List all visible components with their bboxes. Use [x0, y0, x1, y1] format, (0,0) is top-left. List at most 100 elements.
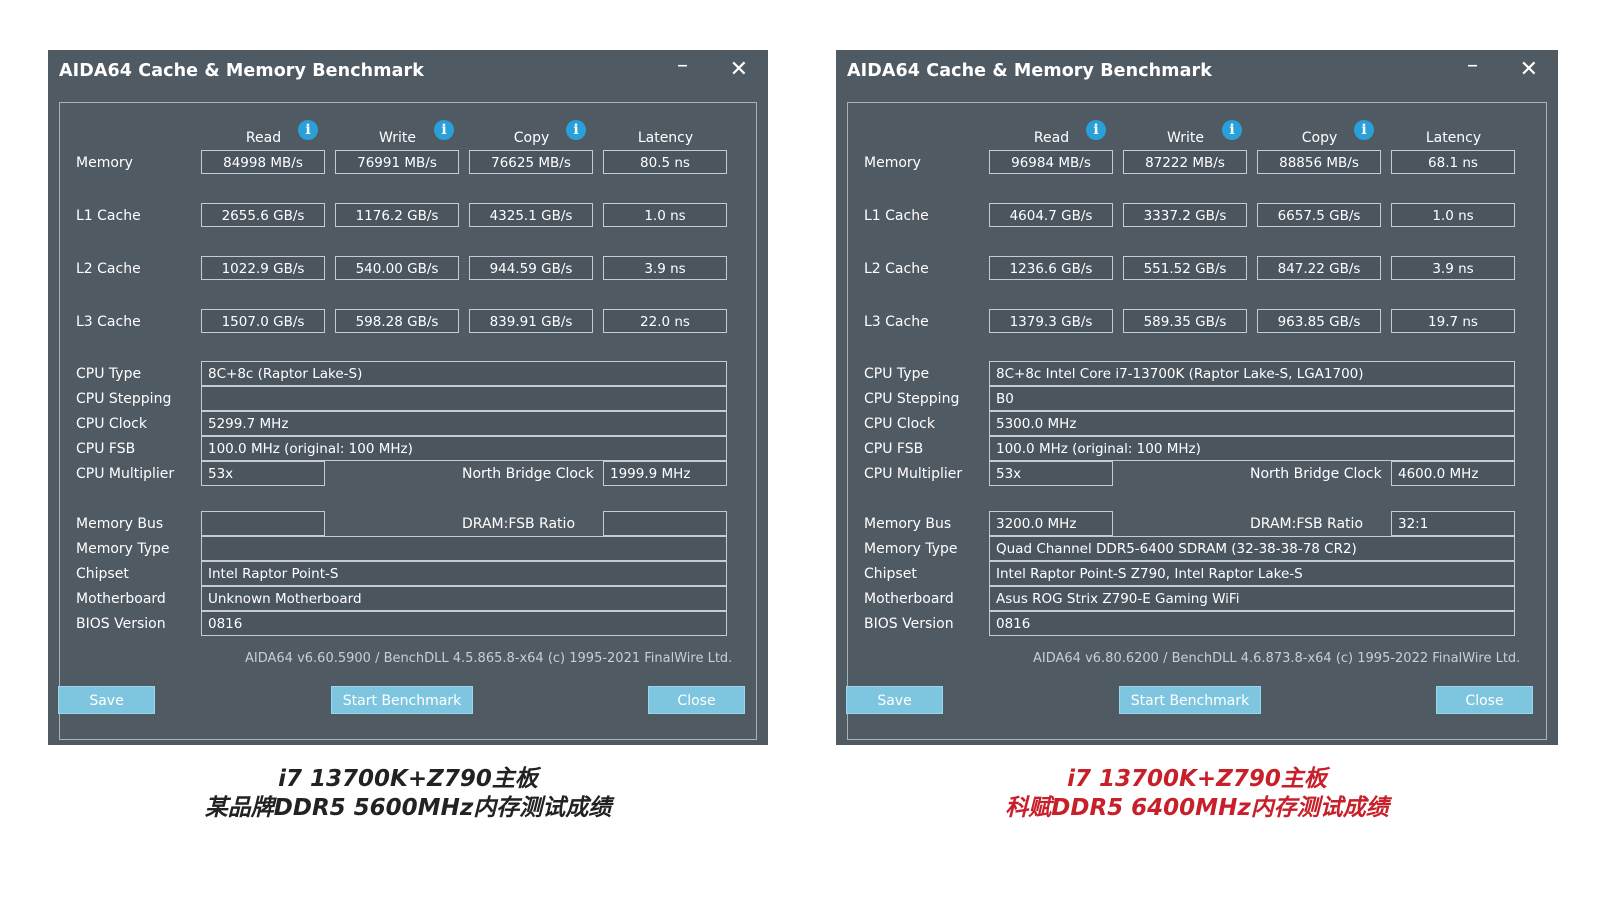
- l3-latency-value: 22.0 ns: [603, 309, 727, 333]
- benchmark-window-left: AIDA64 Cache & Memory Benchmark – ✕ Read…: [48, 50, 768, 745]
- write-info-icon[interactable]: i: [434, 120, 454, 140]
- minimize-button[interactable]: –: [1467, 53, 1478, 78]
- caption-right: i7 13700K+Z790主板 科赋DDR5 6400MHz内存测试成绩: [836, 765, 1558, 823]
- cpu-stepping-label: CPU Stepping: [864, 391, 960, 407]
- memory-copy-value: 76625 MB/s: [469, 150, 593, 174]
- window-title: AIDA64 Cache & Memory Benchmark: [847, 61, 1212, 81]
- l3-latency-value: 19.7 ns: [1391, 309, 1515, 333]
- l1-copy-value: 4325.1 GB/s: [469, 203, 593, 227]
- version-footer: AIDA64 v6.80.6200 / BenchDLL 4.6.873.8-x…: [1033, 651, 1521, 666]
- start-benchmark-button[interactable]: Start Benchmark: [331, 686, 473, 714]
- l1-read-value: 4604.7 GB/s: [989, 203, 1113, 227]
- memory-type-label: Memory Type: [76, 541, 170, 557]
- motherboard-field: Asus ROG Strix Z790-E Gaming WiFi: [989, 586, 1515, 611]
- cpu-type-field: 8C+8c (Raptor Lake-S): [201, 361, 727, 386]
- version-footer: AIDA64 v6.60.5900 / BenchDLL 4.5.865.8-x…: [245, 651, 733, 666]
- row-label-l3-cache: L3 Cache: [864, 314, 929, 330]
- cpu-type-label: CPU Type: [76, 366, 142, 382]
- row-label-l1-cache: L1 Cache: [864, 208, 929, 224]
- row-label-l1-cache: L1 Cache: [76, 208, 141, 224]
- memory-type-field: Quad Channel DDR5-6400 SDRAM (32-38-38-7…: [989, 536, 1515, 561]
- results-panel: Read i Write i Copy i Latency Memory 969…: [847, 102, 1547, 740]
- north-bridge-clock-field: 1999.9 MHz: [603, 461, 727, 486]
- caption-right-line2: 科赋DDR5 6400MHz内存测试成绩: [1005, 795, 1389, 821]
- read-info-icon[interactable]: i: [1086, 120, 1106, 140]
- cpu-clock-field: 5299.7 MHz: [201, 411, 727, 436]
- l3-read-value: 1379.3 GB/s: [989, 309, 1113, 333]
- dram-fsb-ratio-field: [603, 511, 727, 536]
- chipset-label: Chipset: [864, 566, 917, 582]
- column-header-latency: Latency: [1425, 130, 1482, 146]
- chipset-label: Chipset: [76, 566, 129, 582]
- copy-info-icon[interactable]: i: [1354, 120, 1374, 140]
- chipset-field: Intel Raptor Point-S Z790, Intel Raptor …: [989, 561, 1515, 586]
- caption-right-line1: i7 13700K+Z790主板: [1067, 766, 1327, 792]
- memory-latency-value: 68.1 ns: [1391, 150, 1515, 174]
- memory-bus-label: Memory Bus: [76, 516, 164, 532]
- l3-write-value: 598.28 GB/s: [335, 309, 459, 333]
- cpu-multiplier-label: CPU Multiplier: [76, 466, 175, 482]
- bios-version-field: 0816: [989, 611, 1515, 636]
- close-window-button[interactable]: ✕: [730, 57, 748, 82]
- memory-bus-field: [201, 511, 325, 536]
- cpu-type-field: 8C+8c Intel Core i7-13700K (Raptor Lake-…: [989, 361, 1515, 386]
- caption-left: i7 13700K+Z790主板 某品牌DDR5 5600MHz内存测试成绩: [48, 765, 768, 823]
- memory-latency-value: 80.5 ns: [603, 150, 727, 174]
- copy-info-icon[interactable]: i: [566, 120, 586, 140]
- cpu-clock-field: 5300.0 MHz: [989, 411, 1515, 436]
- cpu-stepping-field: [201, 386, 727, 411]
- start-benchmark-button[interactable]: Start Benchmark: [1119, 686, 1261, 714]
- l1-latency-value: 1.0 ns: [1391, 203, 1515, 227]
- l2-copy-value: 847.22 GB/s: [1257, 256, 1381, 280]
- l3-write-value: 589.35 GB/s: [1123, 309, 1247, 333]
- l2-latency-value: 3.9 ns: [1391, 256, 1515, 280]
- row-label-memory: Memory: [864, 155, 921, 171]
- cpu-fsb-label: CPU FSB: [76, 441, 136, 457]
- l1-read-value: 2655.6 GB/s: [201, 203, 325, 227]
- cpu-stepping-label: CPU Stepping: [76, 391, 172, 407]
- write-info-icon[interactable]: i: [1222, 120, 1242, 140]
- memory-write-value: 76991 MB/s: [335, 150, 459, 174]
- bios-version-field: 0816: [201, 611, 727, 636]
- cpu-clock-label: CPU Clock: [864, 416, 935, 432]
- cpu-multiplier-field: 53x: [989, 461, 1113, 486]
- memory-type-field: [201, 536, 727, 561]
- close-button[interactable]: Close: [1436, 686, 1533, 714]
- row-label-l2-cache: L2 Cache: [864, 261, 929, 277]
- benchmark-window-right: AIDA64 Cache & Memory Benchmark – ✕ Read…: [836, 50, 1558, 745]
- l2-read-value: 1236.6 GB/s: [989, 256, 1113, 280]
- close-button[interactable]: Close: [648, 686, 745, 714]
- north-bridge-clock-label: North Bridge Clock: [462, 466, 594, 482]
- dram-fsb-ratio-label: DRAM:FSB Ratio: [1250, 516, 1364, 532]
- bios-version-label: BIOS Version: [864, 616, 954, 632]
- memory-read-value: 84998 MB/s: [201, 150, 325, 174]
- l3-read-value: 1507.0 GB/s: [201, 309, 325, 333]
- column-header-latency: Latency: [637, 130, 694, 146]
- save-button[interactable]: Save: [846, 686, 943, 714]
- l2-copy-value: 944.59 GB/s: [469, 256, 593, 280]
- close-window-button[interactable]: ✕: [1520, 57, 1538, 82]
- caption-left-line1: i7 13700K+Z790主板: [278, 766, 538, 792]
- minimize-button[interactable]: –: [677, 53, 688, 78]
- l2-latency-value: 3.9 ns: [603, 256, 727, 280]
- l2-write-value: 551.52 GB/s: [1123, 256, 1247, 280]
- cpu-fsb-field: 100.0 MHz (original: 100 MHz): [989, 436, 1515, 461]
- dram-fsb-ratio-label: DRAM:FSB Ratio: [462, 516, 576, 532]
- l1-write-value: 3337.2 GB/s: [1123, 203, 1247, 227]
- memory-type-label: Memory Type: [864, 541, 958, 557]
- dram-fsb-ratio-field: 32:1: [1391, 511, 1515, 536]
- cpu-fsb-field: 100.0 MHz (original: 100 MHz): [201, 436, 727, 461]
- save-button[interactable]: Save: [58, 686, 155, 714]
- row-label-l3-cache: L3 Cache: [76, 314, 141, 330]
- l2-write-value: 540.00 GB/s: [335, 256, 459, 280]
- row-label-memory: Memory: [76, 155, 133, 171]
- motherboard-field: Unknown Motherboard: [201, 586, 727, 611]
- read-info-icon[interactable]: i: [298, 120, 318, 140]
- l3-copy-value: 963.85 GB/s: [1257, 309, 1381, 333]
- l3-copy-value: 839.91 GB/s: [469, 309, 593, 333]
- memory-copy-value: 88856 MB/s: [1257, 150, 1381, 174]
- north-bridge-clock-label: North Bridge Clock: [1250, 466, 1382, 482]
- title-bar: AIDA64 Cache & Memory Benchmark – ✕: [836, 50, 1558, 92]
- cpu-type-label: CPU Type: [864, 366, 930, 382]
- l1-latency-value: 1.0 ns: [603, 203, 727, 227]
